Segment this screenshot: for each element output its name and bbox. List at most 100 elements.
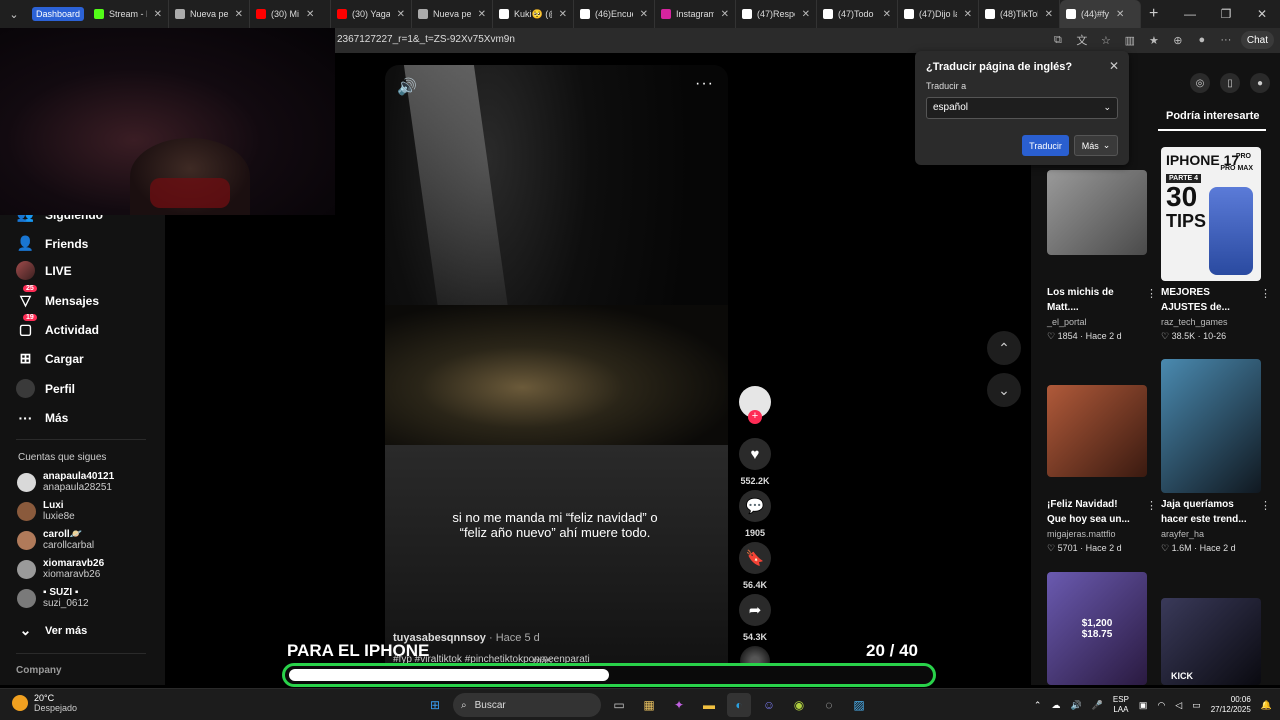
user-avatar-icon[interactable]: ●	[1250, 73, 1270, 93]
translate-icon[interactable]: 文	[1073, 31, 1091, 49]
store-icon[interactable]: ▦	[637, 693, 661, 717]
close-icon[interactable]: ✕	[1109, 59, 1119, 73]
file-explorer-icon[interactable]: ▬	[697, 693, 721, 717]
tab-close-icon[interactable]: ✕	[154, 9, 162, 20]
browser-tab[interactable]: (30) Yaga y l ✕	[331, 0, 413, 28]
tab-close-icon[interactable]: ✕	[1045, 9, 1053, 20]
minimize-button[interactable]: —	[1172, 0, 1208, 28]
tab-podria-interesarte[interactable]: Podría interesarte	[1166, 110, 1260, 122]
tab-close-icon[interactable]: ✕	[964, 9, 972, 20]
discord-icon[interactable]: ☺	[757, 693, 781, 717]
edge-icon[interactable]: ◐	[727, 693, 751, 717]
open-in-app-icon[interactable]: ⧉	[1049, 31, 1067, 49]
tab-close-icon[interactable]: ✕	[1116, 9, 1124, 20]
following-account[interactable]: caroll🪐 carollcarbal	[17, 529, 94, 551]
browser-tab[interactable]: (48)TikTok ✕	[979, 0, 1061, 28]
tab-close-icon[interactable]: ✕	[478, 9, 486, 20]
suggestion-card[interactable]: $1,200 $18.75	[1047, 572, 1147, 685]
suggestion-card[interactable]: ⋮ ¡Feliz Navidad! Que hoy sea un... miga…	[1047, 385, 1157, 554]
browser-tab[interactable]: (47)Dijo la v ✕	[898, 0, 980, 28]
card-more-icon[interactable]: ⋮	[1260, 499, 1271, 512]
company-link[interactable]: Company	[16, 665, 62, 676]
favorite-star-icon[interactable]: ☆	[1097, 31, 1115, 49]
tab-close-icon[interactable]: ✕	[235, 9, 243, 20]
following-account[interactable]: ▪ SUZI ▪ suzi_0612	[17, 587, 89, 609]
copilot-chat-button[interactable]: Chat	[1240, 31, 1274, 49]
tab-close-icon[interactable]: ✕	[802, 9, 810, 20]
save-button[interactable]: 🔖 56.4K	[735, 542, 775, 590]
more-options-button[interactable]: Más ⌄	[1074, 135, 1118, 156]
sidebar-item-mas[interactable]: ··· Más	[16, 408, 69, 427]
task-view-icon[interactable]: ▭	[607, 693, 631, 717]
browser-menu-icon[interactable]: ···	[1217, 31, 1235, 49]
sidebar-item-actividad[interactable]: ▢ 19 Actividad	[16, 314, 99, 339]
tab-close-icon[interactable]: ✕	[397, 9, 405, 20]
clock[interactable]: 00:06 27/12/2025	[1211, 695, 1251, 715]
collections-icon[interactable]: ⊕	[1169, 31, 1187, 49]
suggestion-card[interactable]: ⋮ Jaja queríamos hacer este trend... ara…	[1161, 359, 1271, 554]
follow-plus-icon[interactable]: +	[748, 410, 762, 424]
tab-close-icon[interactable]: ✕	[306, 9, 314, 20]
obs-icon[interactable]: ◉	[787, 693, 811, 717]
browser-tab[interactable]: Stream - Kic ✕	[88, 0, 170, 28]
following-account[interactable]: xiomaravb26 xiomaravb26	[17, 558, 104, 580]
card-more-icon[interactable]: ⋮	[1260, 287, 1271, 300]
tray-chevron-up-icon[interactable]: ⌃	[1034, 700, 1042, 711]
taskbar-search[interactable]: ⌕ Buscar	[453, 693, 601, 717]
battery-icon[interactable]: ▭	[1192, 700, 1201, 711]
creator-follow[interactable]: +	[735, 386, 775, 424]
creator-avatar[interactable]: +	[739, 386, 771, 424]
sidebar-item-mensajes[interactable]: ▽ 25 Mensajes	[16, 285, 99, 310]
tab-dashboard[interactable]: Dashboard	[32, 7, 85, 21]
next-video-button[interactable]: ⌄	[987, 373, 1021, 407]
favorites-icon[interactable]: ★	[1145, 31, 1163, 49]
suggestion-card[interactable]: ⋮ Los michis de Matt.... _el_portal ♡ 18…	[1047, 170, 1157, 342]
like-button[interactable]: ♥ 552.2K	[735, 438, 775, 486]
app-icon[interactable]: ◌	[817, 693, 841, 717]
following-account[interactable]: anapaula40121 anapaula28251	[17, 471, 114, 493]
speaker-tray-icon[interactable]: 🔊	[1070, 700, 1081, 711]
tab-close-icon[interactable]: ✕	[721, 9, 729, 20]
sidebar-item-friends[interactable]: 👤 Friends	[16, 234, 89, 253]
onedrive-icon[interactable]: ☁	[1051, 700, 1060, 711]
coin-icon[interactable]: ◎	[1190, 73, 1210, 93]
photos-icon[interactable]: ▨	[847, 693, 871, 717]
windows-start-icon[interactable]: ⊞	[423, 693, 447, 717]
copilot-icon[interactable]: ✦	[667, 693, 691, 717]
language-indicator[interactable]: ESP LAA	[1113, 695, 1129, 715]
volume-icon[interactable]: 🔊	[397, 77, 417, 97]
profile-avatar-icon[interactable]: ●	[1193, 31, 1211, 49]
browser-tab[interactable]: (30) Mi ✕	[250, 0, 332, 28]
close-window-button[interactable]: ✕	[1244, 0, 1280, 28]
suggestion-card[interactable]: IPHONE 17 PRO PRO MAX PARTE 4 30 TIPS ⋮ …	[1161, 147, 1271, 342]
mic-icon[interactable]: 🎤	[1092, 700, 1103, 711]
comment-button[interactable]: 💬 1905	[735, 490, 775, 538]
video-player[interactable]: 🔊 ··· si no me manda mi “feliz navidad” …	[385, 65, 728, 685]
see-more-button[interactable]: ⌄ Ver más	[16, 621, 88, 640]
browser-tab[interactable]: Nueva pesta ✕	[412, 0, 494, 28]
tab-close-icon[interactable]: ✕	[883, 9, 891, 20]
url-text[interactable]: 2367127227_r=1&_t=ZS-92Xv75Xvm9n	[337, 34, 515, 45]
browser-tab[interactable]: Nueva pesta ✕	[169, 0, 251, 28]
translate-button[interactable]: Traducir	[1022, 135, 1069, 156]
following-account[interactable]: Luxi luxie8e	[17, 500, 75, 522]
share-button[interactable]: ➦ 54.3K	[735, 594, 775, 642]
browser-tab[interactable]: Kuki🥺 (@k ✕	[493, 0, 575, 28]
volume-tray-icon[interactable]: ◁	[1175, 700, 1182, 711]
notifications-icon[interactable]: 🔔	[1261, 700, 1272, 711]
browser-tab[interactable]: (47)Todo se ✕	[817, 0, 899, 28]
new-tab-button[interactable]: +	[1141, 5, 1166, 23]
language-select[interactable]: español ⌄	[926, 97, 1118, 119]
previous-video-button[interactable]: ⌃	[987, 331, 1021, 365]
weather-widget[interactable]: 20°C Despejado	[12, 693, 77, 713]
tab-actions-menu[interactable]: ⌄	[0, 0, 28, 28]
maximize-button[interactable]: ❐	[1208, 0, 1244, 28]
browser-tab[interactable]: (47)Respeto ✕	[736, 0, 818, 28]
split-screen-icon[interactable]: ▥	[1121, 31, 1139, 49]
suggestion-card[interactable]: KICK	[1161, 598, 1261, 685]
browser-tab[interactable]: (44)#fy ✕	[1060, 0, 1142, 28]
card-more-icon[interactable]: ⋮	[1146, 287, 1157, 300]
tab-close-icon[interactable]: ✕	[640, 9, 648, 20]
card-more-icon[interactable]: ⋮	[1146, 499, 1157, 512]
sidebar-item-cargar[interactable]: ⊞ Cargar	[16, 349, 84, 368]
